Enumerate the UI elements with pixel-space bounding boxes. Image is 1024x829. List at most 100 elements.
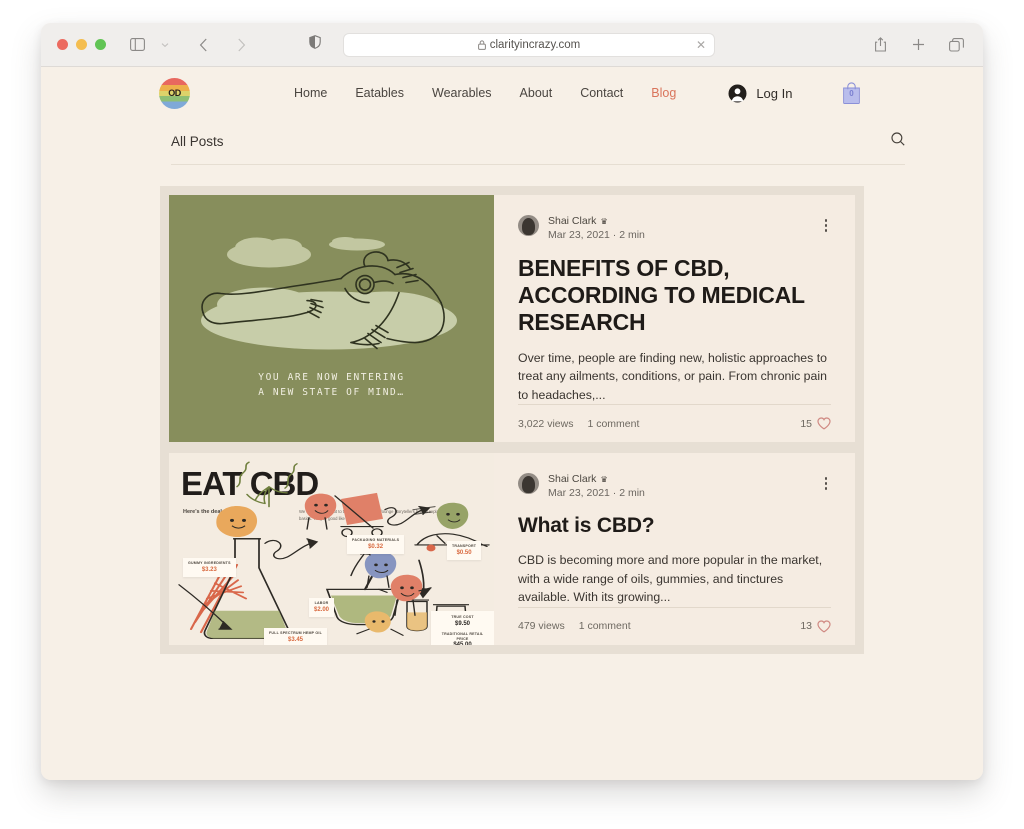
blog-post-card[interactable]: YOU ARE NOW ENTERING A NEW STATE OF MIND… [169, 195, 855, 443]
author-name[interactable]: Shai Clark [548, 473, 596, 485]
site-header: OD Home Eatables Wearables About Contact… [41, 67, 983, 119]
logo-text: OD [168, 88, 181, 98]
window-controls[interactable] [57, 39, 106, 50]
like-count: 15 [800, 417, 812, 430]
price-tag: FULL SPECTRUM HEMP OIL $3.45 [264, 628, 327, 645]
post-comments[interactable]: 1 comment [587, 418, 639, 430]
post-stats: 479 views 1 comment [518, 620, 631, 632]
crown-icon: ♛ [600, 216, 608, 226]
url-text-group: clarityincrazy.com [477, 39, 580, 51]
author-meta: Shai Clark ♛ Mar 23, 2021 · 2 min [548, 473, 821, 499]
illustration-artwork [201, 237, 457, 350]
illustration-caption: YOU ARE NOW ENTERING A NEW STATE OF MIND… [169, 370, 494, 400]
price-tag-label: FULL SPECTRUM HEMP OIL [269, 631, 322, 636]
login-button[interactable]: Log In [728, 84, 792, 103]
nav-item-home[interactable]: Home [294, 86, 327, 100]
main-navigation: Home Eatables Wearables About Contact Bl… [294, 86, 676, 100]
heart-icon [817, 619, 831, 633]
post-read-time: 2 min [619, 487, 645, 500]
post-title[interactable]: Benefits of CBD, According to Medical Re… [518, 255, 831, 336]
nav-item-blog[interactable]: Blog [651, 86, 676, 100]
back-button[interactable] [190, 32, 216, 58]
post-excerpt: Over time, people are finding new, holis… [518, 350, 827, 402]
website-viewport: OD Home Eatables Wearables About Contact… [41, 67, 983, 780]
price-tag-value: $0.32 [368, 543, 384, 550]
tab-overview-icon[interactable] [943, 32, 969, 58]
post-footer: 479 views 1 comment 13 [518, 606, 831, 645]
like-count: 13 [800, 620, 812, 633]
crown-icon: ♛ [600, 474, 608, 484]
more-vertical-icon[interactable] [821, 473, 832, 494]
post-views: 3,022 views [518, 417, 574, 430]
author-name[interactable]: Shai Clark [548, 215, 596, 227]
close-window-button[interactable] [57, 39, 68, 50]
blog-post-card[interactable]: EAT CBD Here's the deal... We know this … [169, 453, 855, 645]
author-line: Shai Clark ♛ [548, 473, 821, 485]
price-tag: TRANSPORT $0.50 [447, 541, 482, 561]
post-read-time: 2 min [619, 229, 645, 241]
maximize-window-button[interactable] [95, 39, 106, 50]
post-stats: 3,022 views 1 comment [518, 418, 639, 430]
like-button[interactable]: 15 [800, 417, 831, 430]
forward-button[interactable] [228, 32, 254, 58]
price-tag-label: LABOR [314, 601, 329, 606]
close-icon[interactable]: ✕ [696, 39, 706, 51]
blog-feed: YOU ARE NOW ENTERING A NEW STATE OF MIND… [160, 186, 864, 654]
price-tag-value: $3.23 [201, 566, 217, 573]
privacy-shield-icon[interactable] [309, 35, 321, 54]
nav-item-eatables[interactable]: Eatables [355, 86, 404, 100]
price-tag-label: TRUE COST [451, 615, 474, 620]
price-tag: LABOR $2.00 [309, 598, 335, 618]
more-vertical-icon[interactable] [821, 215, 832, 236]
post-footer: 3,022 views 1 comment 15 [518, 404, 831, 442]
post-meta: Mar 23, 2021 · 2 min [548, 487, 821, 499]
price-tag-label: GUMMY INGREDIENTS [188, 561, 231, 566]
price-tag-label: TRADITIONAL RETAIL PRICE [441, 632, 484, 641]
search-icon[interactable] [891, 132, 905, 151]
post-thumbnail[interactable]: EAT CBD Here's the deal... We know this … [169, 453, 494, 645]
author-meta: Shai Clark ♛ Mar 23, 2021 · 2 min [548, 215, 821, 241]
sidebar-icon[interactable] [124, 32, 150, 58]
nav-item-wearables[interactable]: Wearables [432, 86, 492, 100]
illustration-reclining-figure: YOU ARE NOW ENTERING A NEW STATE OF MIND… [169, 195, 494, 443]
post-excerpt: CBD is becoming more and more popular in… [518, 553, 823, 605]
post-author-row: Shai Clark ♛ Mar 23, 2021 · 2 min [518, 215, 831, 241]
minimize-window-button[interactable] [76, 39, 87, 50]
toolbar-nav-icons [124, 32, 254, 58]
avatar-icon [728, 84, 747, 102]
post-meta: Mar 23, 2021 · 2 min [548, 229, 821, 241]
cart-count: 0 [849, 89, 854, 98]
post-thumbnail[interactable]: YOU ARE NOW ENTERING A NEW STATE OF MIND… [169, 195, 494, 443]
price-tag-value: $9.50 [454, 620, 470, 627]
post-date: Mar 23, 2021 [548, 229, 610, 241]
heart-icon [817, 417, 831, 430]
meta-separator: · [612, 229, 617, 241]
like-button[interactable]: 13 [800, 619, 831, 633]
post-title[interactable]: What is CBD? [518, 513, 831, 538]
browser-window: clarityincrazy.com ✕ OD Home Eatables We… [41, 23, 983, 780]
post-comments[interactable]: 1 comment [579, 620, 631, 632]
share-icon[interactable] [867, 32, 893, 58]
price-tag: TRUE COST $9.50 TRADITIONAL RETAIL PRICE… [431, 611, 494, 645]
all-posts-label[interactable]: All Posts [171, 134, 224, 149]
caption-line-1: YOU ARE NOW ENTERING [258, 371, 405, 383]
price-tag: GUMMY INGREDIENTS $3.23 [183, 558, 236, 578]
chevron-down-icon[interactable] [152, 32, 178, 58]
author-line: Shai Clark ♛ [548, 215, 821, 227]
nav-item-about[interactable]: About [520, 86, 553, 100]
plus-icon[interactable] [905, 32, 931, 58]
post-views: 479 views [518, 620, 565, 633]
price-tag-label: TRANSPORT [452, 544, 477, 549]
cart-button[interactable]: 0 [840, 81, 862, 105]
avatar[interactable] [518, 473, 539, 495]
browser-toolbar: clarityincrazy.com ✕ [41, 23, 983, 67]
url-input[interactable]: clarityincrazy.com ✕ [343, 32, 715, 57]
site-logo[interactable]: OD [159, 77, 190, 109]
avatar[interactable] [518, 215, 539, 236]
login-label: Log In [756, 85, 793, 101]
post-content: Shai Clark ♛ Mar 23, 2021 · 2 min Benefi… [494, 195, 855, 442]
nav-item-contact[interactable]: Contact [580, 86, 623, 100]
blog-filter-bar: All Posts [171, 119, 905, 165]
post-author-row: Shai Clark ♛ Mar 23, 2021 · 2 min [518, 473, 831, 499]
price-tag-value: $0.50 [456, 549, 472, 556]
